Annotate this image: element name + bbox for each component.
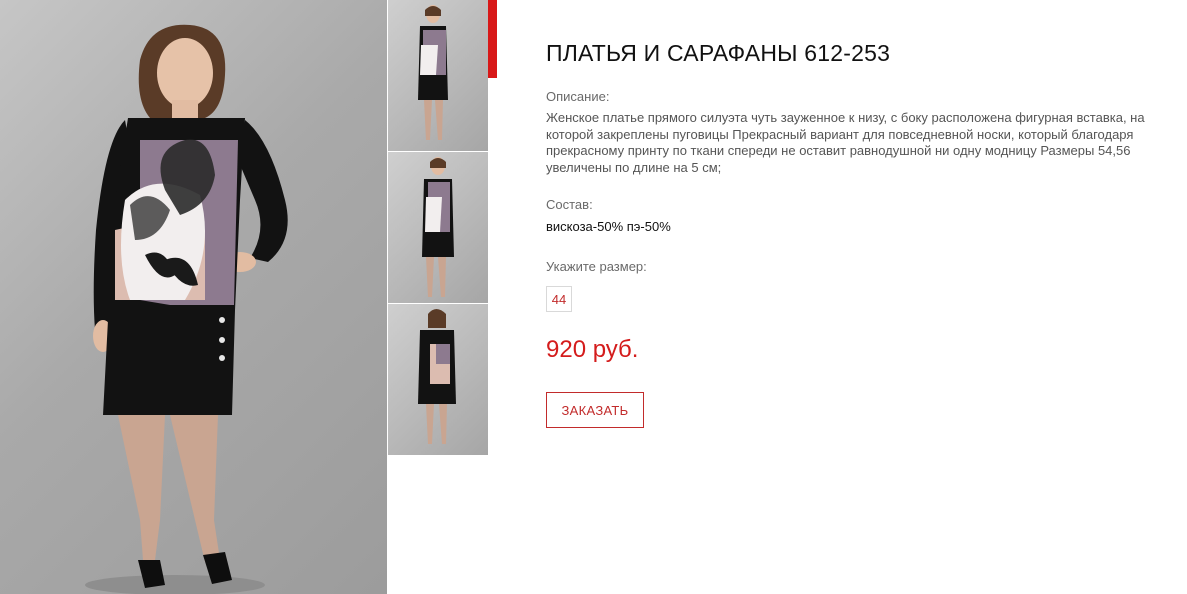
main-product-photo[interactable] [0, 0, 387, 594]
thumbnail-back[interactable] [388, 304, 488, 455]
thumbnail-front[interactable] [388, 0, 488, 151]
size-option-44[interactable]: 44 [546, 286, 572, 312]
product-description: Женское платье прямого силуэта чуть зауж… [546, 110, 1145, 175]
size-label: Укажите размер: [546, 259, 647, 274]
composition-label: Состав: [546, 197, 593, 212]
thumbnail-side[interactable] [388, 152, 488, 303]
description-label: Описание: [546, 89, 610, 104]
product-title: ПЛАТЬЯ И САРАФАНЫ 612-253 [546, 40, 891, 66]
thumbnail-gallery [388, 0, 488, 456]
active-thumbnail-marker [488, 0, 497, 78]
order-button[interactable]: ЗАКАЗАТЬ [546, 392, 644, 428]
product-composition: вискоза-50% пэ-50% [546, 219, 671, 234]
product-price: 920 руб. [546, 336, 639, 363]
